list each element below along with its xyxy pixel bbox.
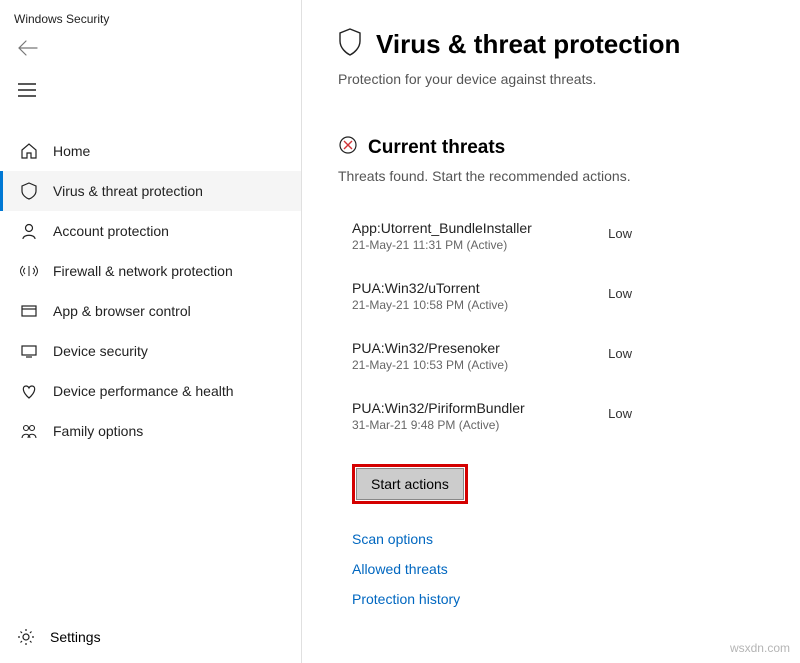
threat-meta: 21-May-21 10:58 PM (Active): [352, 298, 508, 312]
sidebar-item-device-security[interactable]: Device security: [0, 331, 301, 371]
action-row: Start actions: [352, 464, 776, 504]
sidebar-item-settings[interactable]: Settings: [0, 617, 301, 663]
back-button[interactable]: [0, 32, 301, 69]
page-title: Virus & threat protection: [376, 29, 680, 60]
app-browser-icon: [19, 301, 39, 321]
threat-name: PUA:Win32/Presenoker: [352, 340, 508, 356]
sidebar-item-virus-threat[interactable]: Virus & threat protection: [0, 171, 301, 211]
threat-severity: Low: [608, 280, 632, 301]
protection-history-link[interactable]: Protection history: [352, 584, 776, 614]
heart-icon: [19, 381, 39, 401]
scan-options-link[interactable]: Scan options: [352, 524, 776, 554]
app-title: Windows Security: [0, 8, 301, 32]
page-subtitle: Protection for your device against threa…: [338, 71, 776, 87]
hamburger-menu-button[interactable]: [0, 69, 301, 111]
section-title: Current threats: [368, 137, 505, 159]
threat-list: App:Utorrent_BundleInstaller 21-May-21 1…: [352, 220, 776, 460]
main-content: Virus & threat protection Protection for…: [302, 0, 800, 663]
highlight-annotation: Start actions: [352, 464, 468, 504]
sidebar-item-label: Family options: [53, 423, 285, 439]
person-icon: [19, 221, 39, 241]
settings-label: Settings: [50, 629, 101, 645]
family-icon: [19, 421, 39, 441]
sidebar-item-home[interactable]: Home: [0, 131, 301, 171]
page-header: Virus & threat protection: [338, 28, 776, 61]
sidebar-item-label: Firewall & network protection: [53, 263, 285, 279]
home-icon: [19, 141, 39, 161]
sidebar-item-app-browser[interactable]: App & browser control: [0, 291, 301, 331]
sidebar-item-label: Device security: [53, 343, 285, 359]
sidebar-item-label: App & browser control: [53, 303, 285, 319]
threat-item[interactable]: PUA:Win32/PiriformBundler 31-Mar-21 9:48…: [352, 400, 632, 460]
arrow-left-icon: [18, 40, 38, 56]
sidebar-item-label: Device performance & health: [53, 383, 285, 399]
threat-severity: Low: [608, 340, 632, 361]
threat-item[interactable]: PUA:Win32/uTorrent 21-May-21 10:58 PM (A…: [352, 280, 632, 340]
sidebar-item-family[interactable]: Family options: [0, 411, 301, 451]
section-subtitle: Threats found. Start the recommended act…: [338, 168, 776, 184]
current-threats-header: Current threats: [338, 135, 776, 160]
threat-item[interactable]: PUA:Win32/Presenoker 21-May-21 10:53 PM …: [352, 340, 632, 400]
shield-icon: [19, 181, 39, 201]
threat-item[interactable]: App:Utorrent_BundleInstaller 21-May-21 1…: [352, 220, 632, 280]
threat-meta: 21-May-21 10:53 PM (Active): [352, 358, 508, 372]
gear-icon: [16, 627, 36, 647]
threat-severity: Low: [608, 400, 632, 421]
threat-alert-icon: [338, 135, 358, 160]
sidebar: Windows Security Home Virus & threat pro…: [0, 0, 302, 663]
threat-name: PUA:Win32/PiriformBundler: [352, 400, 525, 416]
sidebar-item-label: Account protection: [53, 223, 285, 239]
watermark: wsxdn.com: [730, 641, 790, 655]
threat-severity: Low: [608, 220, 632, 241]
hamburger-icon: [18, 83, 36, 97]
links-section: Scan options Allowed threats Protection …: [352, 524, 776, 614]
threat-name: App:Utorrent_BundleInstaller: [352, 220, 532, 236]
sidebar-item-firewall[interactable]: Firewall & network protection: [0, 251, 301, 291]
shield-icon: [338, 28, 362, 61]
sidebar-item-performance[interactable]: Device performance & health: [0, 371, 301, 411]
device-icon: [19, 341, 39, 361]
nav: Home Virus & threat protection Account p…: [0, 131, 301, 617]
sidebar-item-account[interactable]: Account protection: [0, 211, 301, 251]
sidebar-item-label: Virus & threat protection: [53, 183, 285, 199]
threat-meta: 21-May-21 11:31 PM (Active): [352, 238, 532, 252]
wifi-icon: [19, 261, 39, 281]
start-actions-button[interactable]: Start actions: [356, 468, 464, 500]
sidebar-item-label: Home: [53, 143, 285, 159]
allowed-threats-link[interactable]: Allowed threats: [352, 554, 776, 584]
threat-meta: 31-Mar-21 9:48 PM (Active): [352, 418, 525, 432]
threat-name: PUA:Win32/uTorrent: [352, 280, 508, 296]
